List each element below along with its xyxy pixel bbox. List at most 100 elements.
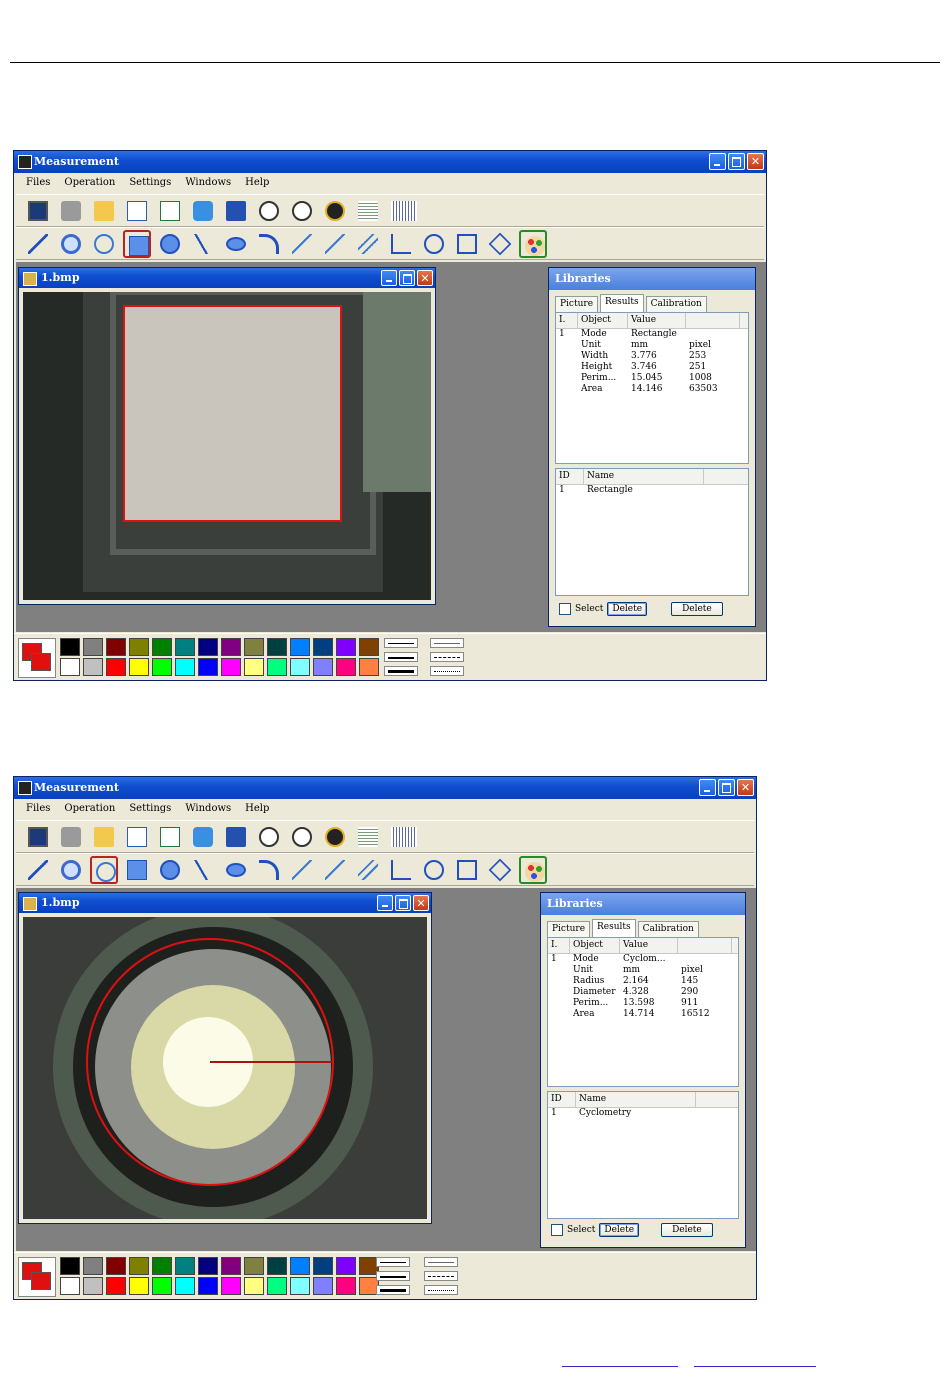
circle-3point-button[interactable] [90,855,118,884]
column-header[interactable]: Object [570,938,620,953]
color-swatch[interactable] [221,1257,241,1275]
current-color[interactable] [18,638,56,678]
menu-operation[interactable]: Operation [64,799,115,819]
polyline-tool-button[interactable] [189,856,217,884]
color-swatch[interactable] [336,1257,356,1275]
circle-3point-button[interactable] [90,230,118,258]
angle-tool-button[interactable] [387,856,415,884]
color-swatch[interactable] [267,658,287,676]
refresh-button[interactable] [189,823,217,851]
line-tool-button[interactable] [24,856,52,884]
close-button[interactable] [417,270,433,286]
video-button[interactable] [24,823,52,851]
tab-picture[interactable]: Picture [555,296,599,312]
angle-tool-button[interactable] [387,230,415,258]
color-swatch[interactable] [83,638,103,656]
color-swatch[interactable] [129,658,149,676]
close-button[interactable] [747,153,764,170]
list-row[interactable]: Diameter 4.328 290 [548,987,738,998]
horizontal-caliper-button[interactable] [453,856,481,884]
line-width-medium[interactable] [376,1271,410,1281]
magnifier-button[interactable] [57,856,85,884]
color-swatch[interactable] [313,658,333,676]
open-folder-button[interactable] [90,823,118,851]
point-line-tool-button[interactable] [321,230,349,258]
rectangle-tool-button[interactable] [123,856,151,884]
color-swatch[interactable] [106,658,126,676]
refresh-button[interactable] [189,197,217,225]
color-swatch[interactable] [106,1257,126,1275]
camera-button[interactable] [57,823,85,851]
menu-files[interactable]: Files [26,173,50,193]
tab-results[interactable]: Results [600,294,644,312]
list-row[interactable]: 1 Mode Cyclom... [548,954,738,965]
color-swatch[interactable] [152,658,172,676]
measurement-image[interactable] [23,917,427,1219]
line-style-solid[interactable] [430,638,464,648]
list-row[interactable]: 1 Mode Rectangle [556,329,748,340]
color-swatch[interactable] [290,1277,310,1295]
menu-files[interactable]: Files [26,799,50,819]
color-swatch[interactable] [313,638,333,656]
palette-button[interactable] [519,855,547,884]
color-swatch[interactable] [60,638,80,656]
menu-help[interactable]: Help [245,173,269,193]
magnifier-button[interactable] [57,230,85,258]
list-row[interactable]: Height 3.746 251 [556,362,748,373]
color-swatch[interactable] [152,638,172,656]
list-row[interactable]: Unit mm pixel [556,340,748,351]
menu-windows[interactable]: Windows [185,173,231,193]
minimize-button[interactable] [381,270,397,286]
horizontal-caliper-button[interactable] [453,230,481,258]
tab-picture[interactable]: Picture [547,921,591,937]
list-row[interactable]: Perim... 15.045 1008 [556,373,748,384]
color-swatch[interactable] [198,1257,218,1275]
vertical-caliper-button[interactable] [420,856,448,884]
app-titlebar[interactable]: Measurement [14,151,766,173]
tab-calibration[interactable]: Calibration [637,921,699,937]
select-checkbox[interactable] [551,1224,563,1236]
palette-button[interactable] [519,229,547,258]
column-header[interactable]: ID [548,1092,576,1107]
color-swatch[interactable] [198,1277,218,1295]
column-header[interactable]: Name [584,469,704,484]
list-row[interactable]: Radius 2.164 145 [548,976,738,987]
arc-tool-button[interactable] [255,856,283,884]
image-window-titlebar[interactable]: 1.bmp [19,268,435,288]
line-style-dashed[interactable] [424,1271,458,1281]
color-swatch[interactable] [313,1277,333,1295]
stop-button[interactable] [288,197,316,225]
color-swatch[interactable] [221,658,241,676]
footer-link-1[interactable] [562,1366,678,1367]
line-style-dashed[interactable] [430,652,464,662]
color-swatch[interactable] [152,1277,172,1295]
menu-help[interactable]: Help [245,799,269,819]
camera-button[interactable] [57,197,85,225]
color-swatch[interactable] [175,638,195,656]
line-tool-button[interactable] [24,230,52,258]
tab-calibration[interactable]: Calibration [645,296,707,312]
color-swatch[interactable] [290,638,310,656]
color-swatch[interactable] [129,1257,149,1275]
list-row[interactable]: 1 Cyclometry [548,1108,738,1119]
list-row[interactable]: Unit mm pixel [548,965,738,976]
color-swatch[interactable] [336,658,356,676]
circle-tool-button[interactable] [156,856,184,884]
color-swatch[interactable] [129,1277,149,1295]
circle-tool-button[interactable] [156,230,184,258]
results-list[interactable]: I. Object Value 1 Mode Cyclom... Unit mm pixel Ra… [547,937,739,1087]
arc-tool-button[interactable] [255,230,283,258]
delete-button[interactable]: Delete [607,602,648,616]
word-export-button[interactable] [123,197,151,225]
maximize-button[interactable] [399,270,415,286]
footer-link-2[interactable] [694,1366,816,1367]
pause-button[interactable] [255,197,283,225]
maximize-button[interactable] [728,153,745,170]
line-width-thick[interactable] [376,1285,410,1295]
point-line-tool-button[interactable] [321,856,349,884]
line-style-dotted[interactable] [430,666,464,676]
color-swatch[interactable] [152,1257,172,1275]
color-swatch[interactable] [60,1277,80,1295]
menu-settings[interactable]: Settings [129,173,171,193]
color-swatch[interactable] [83,1257,103,1275]
